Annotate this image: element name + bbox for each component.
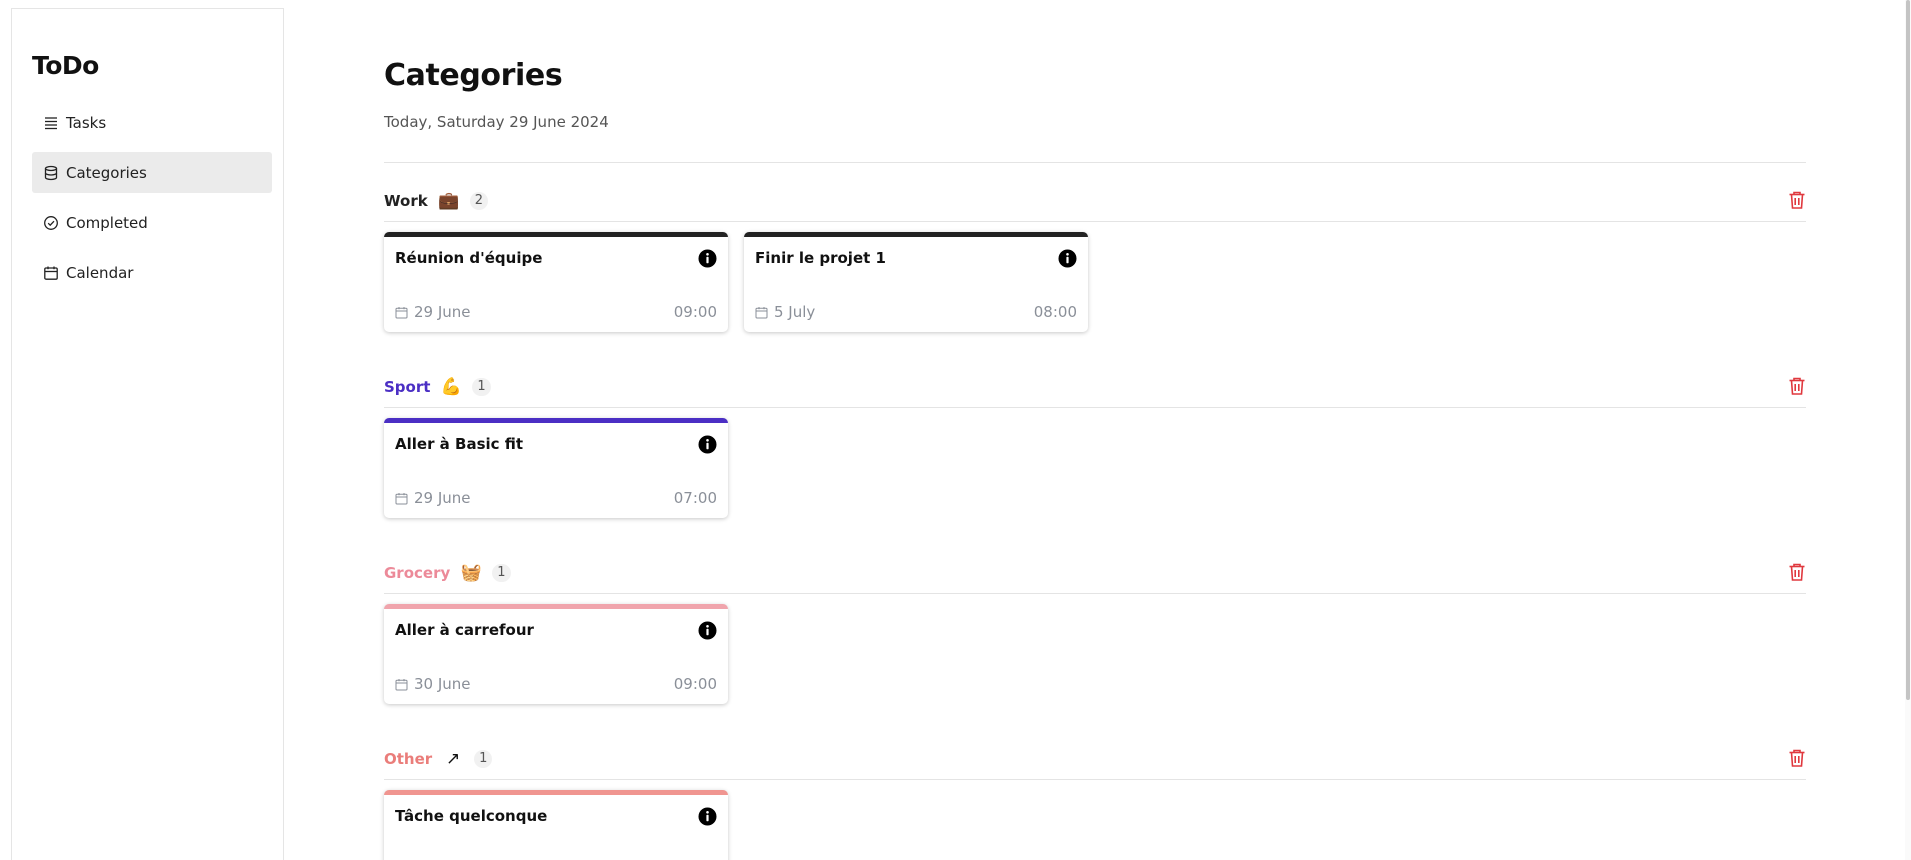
task-time: 09:00 [673, 675, 717, 693]
info-icon[interactable] [698, 807, 717, 826]
task-card[interactable]: Aller à Basic fit 29 June 07:00 [384, 418, 728, 518]
calendar-icon [395, 678, 408, 691]
sidebar-item-label: Categories [66, 163, 147, 182]
category-header: Other ↗ 1 [384, 740, 1806, 778]
task-card[interactable]: Tâche quelconque [384, 790, 728, 860]
task-title: Réunion d'équipe [395, 249, 543, 267]
sidebar-item-label: Tasks [66, 113, 107, 132]
category-count-badge: 1 [492, 564, 511, 582]
trash-icon [1789, 377, 1805, 395]
sidebar-item-label: Calendar [66, 263, 134, 282]
divider [384, 162, 1806, 163]
delete-category-button[interactable] [1788, 562, 1806, 582]
category-count-badge: 2 [469, 192, 488, 210]
category-count-badge: 1 [474, 750, 493, 768]
divider [384, 407, 1806, 408]
divider [384, 779, 1806, 780]
database-icon [43, 165, 59, 181]
category-name[interactable]: Other [384, 750, 432, 768]
category-header: Work 💼 2 [384, 182, 1806, 220]
info-icon[interactable] [1058, 249, 1077, 268]
sidebar-item-label: Completed [66, 213, 148, 232]
calendar-icon [395, 306, 408, 319]
category-name[interactable]: Grocery [384, 564, 450, 582]
task-title: Aller à carrefour [395, 621, 534, 639]
trash-icon [1789, 563, 1805, 581]
task-card[interactable]: Réunion d'équipe 29 June 09:00 [384, 232, 728, 332]
task-list: Aller à Basic fit 29 June 07:00 [384, 418, 728, 518]
category-emoji: 💪 [440, 377, 462, 397]
sidebar-item-categories[interactable]: Categories [32, 152, 272, 193]
task-list: Réunion d'équipe 29 June 09:00 Finir le … [384, 232, 1088, 332]
category-emoji: 🧺 [460, 563, 482, 583]
task-date-text: 29 June [414, 303, 471, 321]
category-emoji: ↗ [446, 749, 461, 769]
task-date: 5 July [755, 303, 815, 321]
task-card[interactable]: Finir le projet 1 5 July 08:00 [744, 232, 1088, 332]
delete-category-button[interactable] [1788, 748, 1806, 768]
category-count-badge: 1 [472, 378, 491, 396]
sidebar-item-completed[interactable]: Completed [32, 202, 272, 243]
sidebar-item-tasks[interactable]: Tasks [32, 102, 272, 143]
trash-icon [1789, 191, 1805, 209]
sidebar-nav: Tasks Categories Completed Calendar [32, 102, 272, 302]
task-card[interactable]: Aller à carrefour 30 June 09:00 [384, 604, 728, 704]
calendar-icon [43, 265, 59, 281]
delete-category-button[interactable] [1788, 376, 1806, 396]
task-time: 08:00 [1033, 303, 1077, 321]
category-name[interactable]: Work [384, 192, 428, 210]
divider [384, 593, 1806, 594]
page-date: Today, Saturday 29 June 2024 [384, 113, 609, 131]
task-time: 07:00 [673, 489, 717, 507]
calendar-icon [755, 306, 768, 319]
page-title: Categories [384, 58, 563, 93]
task-date: 30 June [395, 675, 471, 693]
list-icon [43, 115, 59, 131]
check-circle-icon [43, 215, 59, 231]
scrollbar-thumb[interactable] [1906, 0, 1910, 700]
task-list: Tâche quelconque [384, 790, 728, 860]
calendar-icon [395, 492, 408, 505]
task-list: Aller à carrefour 30 June 09:00 [384, 604, 728, 704]
divider [384, 221, 1806, 222]
task-date-text: 5 July [774, 303, 816, 321]
app-brand: ToDo [32, 51, 99, 80]
category-emoji: 💼 [438, 191, 460, 211]
task-title: Finir le projet 1 [755, 249, 886, 267]
task-title: Tâche quelconque [395, 807, 548, 825]
category-header: Sport 💪 1 [384, 368, 1806, 406]
category-name[interactable]: Sport [384, 378, 430, 396]
task-date-text: 30 June [414, 675, 471, 693]
task-date: 29 June [395, 489, 471, 507]
task-date-text: 29 June [414, 489, 471, 507]
info-icon[interactable] [698, 435, 717, 454]
info-icon[interactable] [698, 621, 717, 640]
info-icon[interactable] [698, 249, 717, 268]
category-header: Grocery 🧺 1 [384, 554, 1806, 592]
task-title: Aller à Basic fit [395, 435, 524, 453]
task-time: 09:00 [673, 303, 717, 321]
trash-icon [1789, 749, 1805, 767]
task-date: 29 June [395, 303, 471, 321]
sidebar: ToDo Tasks Categories Completed Calendar [11, 8, 284, 860]
delete-category-button[interactable] [1788, 190, 1806, 210]
sidebar-item-calendar[interactable]: Calendar [32, 252, 272, 293]
